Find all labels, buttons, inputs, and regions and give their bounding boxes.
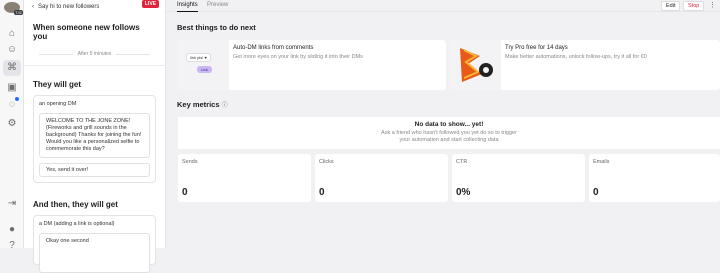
metric-value: 0 <box>593 187 599 198</box>
second-dm-card[interactable]: a DM (adding a link is optional) Okay on… <box>33 215 156 273</box>
opening-dm-card[interactable]: an opening DM WELCOME TO THE JONE ZONE! … <box>33 95 156 183</box>
key-metrics-label: Key metrics <box>177 100 220 109</box>
profile-icon[interactable]: ● <box>6 224 18 236</box>
second-dm-text[interactable]: Okay one second <box>39 233 150 273</box>
auto-dm-card[interactable]: link pls! ♥ Link Auto-DM links from comm… <box>178 40 446 90</box>
tab-bar: Insights Preview Edit Stop ⋮ <box>166 0 720 12</box>
help-icon[interactable]: ? <box>6 240 18 252</box>
no-data-panel: No data to show... yet! Ask a friend who… <box>178 117 720 149</box>
edit-button[interactable]: Edit <box>661 1 681 11</box>
tab-preview[interactable]: Preview <box>207 2 228 8</box>
divider <box>24 65 165 66</box>
illustration-link-chip: Link <box>197 66 213 73</box>
metric-value: 0% <box>456 187 471 198</box>
collapse-icon[interactable]: ⇥ <box>6 198 18 210</box>
main-content: Insights Preview Edit Stop ⋮ Best things… <box>166 0 720 248</box>
avatar[interactable]: TJZ <box>4 2 23 15</box>
back-icon[interactable]: ‹ <box>32 4 34 10</box>
no-data-line2: your automation and start collecting dat… <box>399 137 499 143</box>
stop-button[interactable]: Stop <box>683 1 705 11</box>
avatar-badge: TJZ <box>14 10 23 15</box>
info-icon[interactable]: ⓘ <box>222 103 228 109</box>
opening-dm-button[interactable]: Yes, send it over! <box>39 163 150 177</box>
they-will-get-title: They will get <box>33 80 82 89</box>
opening-dm-text[interactable]: WELCOME TO THE JONE ZONE! (Fireworks and… <box>39 113 150 158</box>
more-icon[interactable]: ⋮ <box>709 1 716 9</box>
metric-label: Emails <box>593 159 610 165</box>
best-things-title: Best things to do next <box>177 23 256 32</box>
contacts-icon[interactable]: ☺ <box>6 44 18 56</box>
metric-value: 0 <box>182 187 188 198</box>
automation-panel: ‹ Say hi to new followers LIVE When some… <box>24 0 166 273</box>
no-data-line1: Ask a friend who hasn't followed you yet… <box>381 130 517 136</box>
metric-label: Clicks <box>319 159 334 165</box>
delay-text[interactable]: After 5 minutes <box>33 51 156 57</box>
settings-icon[interactable]: ⚙ <box>6 118 18 130</box>
tab-insights[interactable]: Insights <box>177 2 198 12</box>
pro-trial-title: Try Pro free for 14 days <box>505 45 568 51</box>
auto-dm-title: Auto-DM links from comments <box>233 45 314 51</box>
pro-trial-illustration <box>450 40 501 90</box>
auto-dm-illustration: link pls! ♥ Link <box>178 40 229 90</box>
automation-icon[interactable]: ⌘ <box>3 60 21 76</box>
metric-sends: Sends 0 <box>178 154 311 202</box>
illustration-comment: link pls! ♥ <box>186 53 211 62</box>
metric-ctr: CTR 0% <box>452 154 585 202</box>
home-icon[interactable]: ⌂ <box>6 28 18 40</box>
live-badge: LIVE <box>141 0 159 8</box>
opening-dm-label: an opening DM <box>39 101 77 107</box>
pro-trial-desc: Make better automations, unlock follow-u… <box>505 54 647 60</box>
and-then-title: And then, they will get <box>33 200 118 209</box>
key-metrics-title: Key metrics ⓘ <box>177 100 228 109</box>
gear-icon <box>460 48 493 82</box>
auto-dm-desc: Get more eyes on your link by sliding it… <box>233 54 363 60</box>
metric-emails: Emails 0 <box>589 154 720 202</box>
metric-label: CTR <box>456 159 468 165</box>
pro-trial-card[interactable]: Try Pro free for 14 days Make better aut… <box>450 40 720 90</box>
panel-topbar: ‹ Say hi to new followers LIVE <box>24 0 165 14</box>
automation-name[interactable]: Say hi to new followers <box>38 4 99 10</box>
second-dm-label: a DM (adding a link is optional) <box>39 221 115 227</box>
trigger-title: When someone new follows you <box>33 23 140 41</box>
notification-dot <box>15 97 19 101</box>
metric-label: Sends <box>182 159 198 165</box>
nav-rail: TJZ ⌂ ☺ ⌘ ▣ ◌ ⚙ ⇥ ● ? <box>0 0 24 251</box>
metric-clicks: Clicks 0 <box>315 154 448 202</box>
no-data-title: No data to show... yet! <box>414 121 484 128</box>
ai-icon[interactable]: ▣ <box>6 82 18 94</box>
metric-value: 0 <box>319 187 325 198</box>
